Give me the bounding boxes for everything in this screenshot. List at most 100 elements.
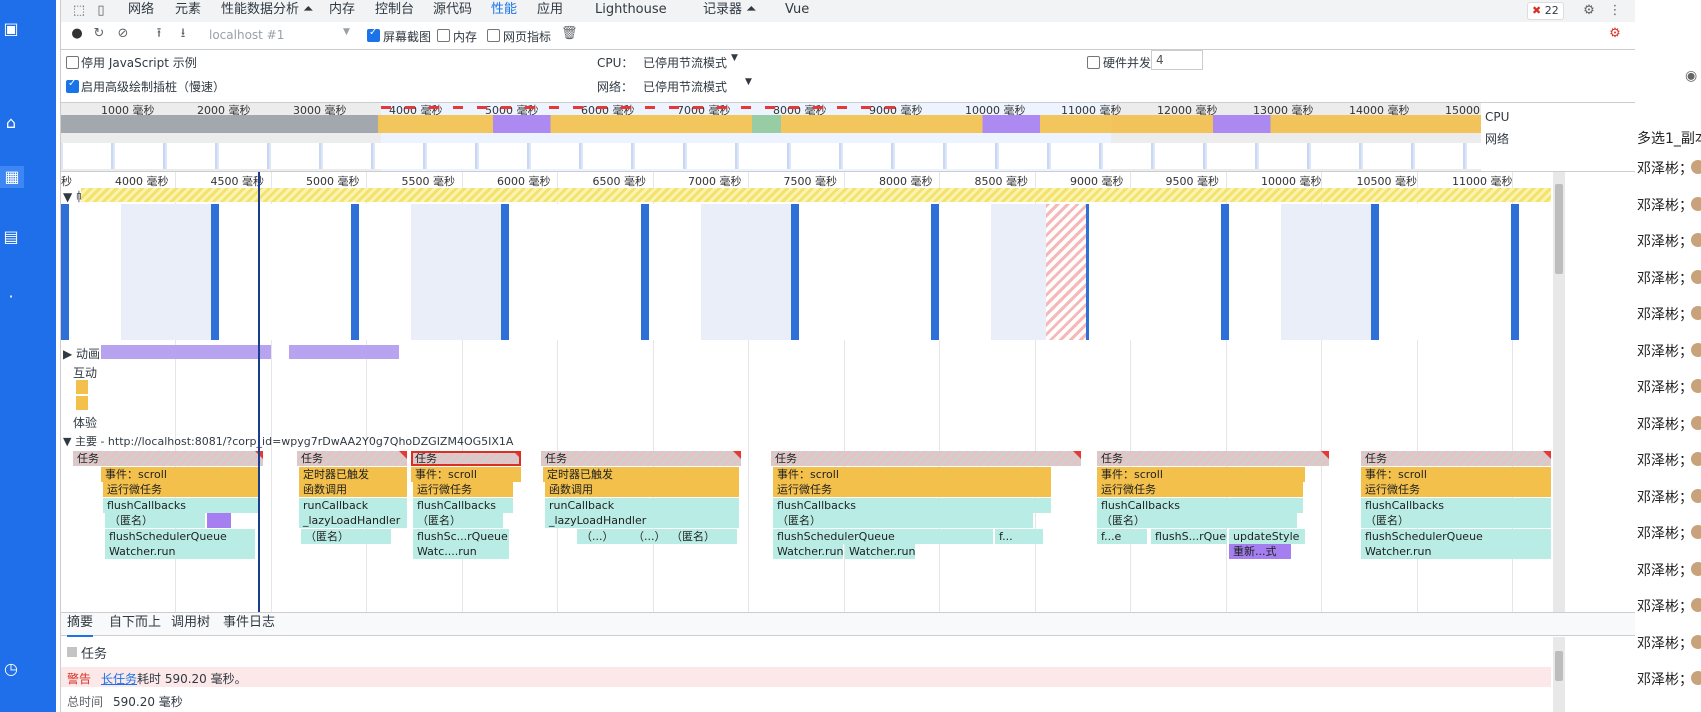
call-block[interactable]: 函数调用 (545, 482, 739, 497)
call-block[interactable]: flushSchedulerQueue (1361, 529, 1551, 544)
screenshots-checkbox[interactable] (367, 27, 380, 42)
more-icon[interactable]: · (0, 286, 22, 308)
long-task-link[interactable]: 长任务 (101, 670, 137, 687)
tab-memory[interactable]: 内存 (329, 0, 355, 22)
task-block[interactable]: 任务 (297, 451, 407, 466)
inspect-icon[interactable]: ⬚ (71, 3, 87, 19)
animations-track-label[interactable]: ▶ 动画 (63, 345, 100, 362)
capture-settings-gear-icon[interactable]: ⚙ (1607, 26, 1623, 42)
call-block[interactable]: flushS...rQueue (1151, 529, 1227, 544)
call-block[interactable]: （匿名） (301, 529, 391, 544)
call-block[interactable]: 运行微任务 (1097, 482, 1303, 497)
tab-bottom-up[interactable]: 自下而上 (109, 613, 161, 635)
disable-js-samples-checkbox[interactable] (66, 56, 79, 69)
event-block[interactable]: 事件：scroll (1361, 467, 1551, 482)
call-block[interactable]: Watcher.run (773, 544, 843, 559)
record-icon[interactable]: ● (69, 26, 85, 42)
call-block[interactable]: （匿名） (667, 529, 737, 544)
paint-block[interactable]: 重新...式 (1229, 544, 1291, 559)
profile-select[interactable]: localhost #1 (209, 28, 359, 42)
event-block[interactable]: 事件：scroll (411, 467, 521, 482)
call-block[interactable]: 运行微任务 (413, 482, 513, 497)
call-block[interactable]: （匿名） (1097, 513, 1297, 528)
grid-icon[interactable]: ▦ (0, 166, 24, 188)
event-block[interactable]: 定时器已触发 (299, 467, 407, 482)
call-block[interactable]: flushSchedulerQueue (773, 529, 993, 544)
call-block[interactable]: flushCallbacks (103, 498, 259, 513)
timeline-overview[interactable]: 1000 毫秒 2000 毫秒 3000 毫秒 4000 毫秒 5000 毫秒 6000 … (61, 103, 1635, 172)
call-block[interactable]: Watcher.run (105, 544, 255, 559)
eye-icon[interactable]: ◉ (1685, 68, 1697, 84)
call-block[interactable]: （匿名） (773, 513, 1033, 528)
tab-performance-insights[interactable]: 性能数据分析 ⏶ (221, 0, 314, 22)
home-icon[interactable]: ⌂ (0, 112, 22, 134)
trash-icon[interactable]: 🗑 (561, 26, 578, 42)
task-block[interactable]: 任务 (1097, 451, 1329, 466)
document-icon[interactable]: ▤ (0, 226, 22, 248)
cpu-throttle-select[interactable]: 已停用节流模式 (643, 54, 727, 71)
task-block[interactable]: 任务 (1361, 451, 1551, 466)
tab-network[interactable]: 网络 (128, 0, 154, 22)
call-block[interactable]: Watcher.run (1361, 544, 1551, 559)
call-block[interactable]: flushCallbacks (773, 498, 1051, 513)
flame-scrollbar[interactable] (1553, 172, 1565, 612)
call-block[interactable]: （匿名） (1361, 513, 1551, 528)
device-toolbar-icon[interactable]: ▯ (93, 3, 109, 19)
tab-sources[interactable]: 源代码 (433, 0, 472, 22)
upload-icon[interactable]: ⭱ (151, 26, 167, 42)
call-block[interactable]: runCallback (545, 498, 739, 513)
event-block[interactable]: 事件：scroll (1097, 467, 1305, 482)
tab-console[interactable]: 控制台 (375, 0, 414, 22)
call-block[interactable]: 函数调用 (299, 482, 407, 497)
network-throttle-select[interactable]: 已停用节流模式 (643, 78, 727, 95)
call-block[interactable]: （匿名） (413, 513, 503, 528)
memory-checkbox[interactable] (437, 29, 450, 42)
reload-record-icon[interactable]: ↻ (91, 26, 107, 42)
call-block[interactable]: （匿名） (105, 513, 205, 528)
gear-icon[interactable]: ⚙ (1581, 3, 1597, 19)
call-block[interactable]: runCallback (299, 498, 407, 513)
task-block[interactable]: 任务 (541, 451, 741, 466)
task-block[interactable]: 任务 (771, 451, 1081, 466)
call-block[interactable]: Watcher.run (845, 544, 915, 559)
details-scrollbar[interactable] (1553, 637, 1565, 712)
kebab-menu-icon[interactable]: ⋮ (1607, 3, 1623, 19)
call-block[interactable]: _lazyLoadHandler (299, 513, 407, 528)
call-block[interactable]: 运行微任务 (773, 482, 1051, 497)
call-block[interactable]: flushSchedulerQueue (105, 529, 255, 544)
download-icon[interactable]: ⭳ (175, 26, 191, 42)
call-block[interactable]: flushCallbacks (413, 498, 513, 513)
animation-bar[interactable] (289, 345, 399, 359)
tab-summary[interactable]: 摘要 (67, 613, 94, 637)
flame-chart[interactable]: 秒 4000 毫秒 4500 毫秒 5000 毫秒 5500 毫秒 6000 毫秒 650… (61, 172, 1635, 612)
interaction-bar[interactable] (76, 396, 88, 410)
call-block[interactable]: flushCallbacks (1361, 498, 1551, 513)
tab-performance[interactable]: 性能 (491, 0, 518, 24)
paint-block[interactable] (207, 513, 231, 528)
hw-concurrency-checkbox[interactable] (1087, 56, 1100, 69)
tab-call-tree[interactable]: 调用树 (171, 613, 210, 635)
clock-icon[interactable]: ◷ (0, 658, 22, 680)
animation-bar[interactable] (101, 345, 271, 359)
main-thread-label[interactable]: ▼ 主要 - http://localhost:8081/?corp_id=wp… (63, 433, 513, 449)
advanced-paint-checkbox[interactable] (66, 78, 79, 93)
call-block[interactable]: flushCallbacks (1097, 498, 1303, 513)
call-block[interactable]: Watc....run (413, 544, 509, 559)
event-block[interactable]: 事件：scroll (773, 467, 1051, 482)
tab-vue[interactable]: Vue (785, 0, 809, 22)
interaction-bar[interactable] (76, 380, 88, 394)
call-block[interactable]: 运行微任务 (1361, 482, 1551, 497)
tab-elements[interactable]: 元素 (175, 0, 201, 22)
call-block[interactable]: 运行微任务 (103, 482, 259, 497)
clear-icon[interactable]: ⊘ (115, 26, 131, 42)
error-badge[interactable]: ✖ 22 (1527, 2, 1564, 20)
call-block[interactable]: f... (995, 529, 1043, 544)
call-block[interactable]: （...） (577, 529, 629, 544)
tab-recorder[interactable]: 记录器 ⏶ (703, 0, 757, 22)
task-block[interactable]: 任务 (73, 451, 263, 466)
tab-application[interactable]: 应用 (537, 0, 563, 22)
call-block[interactable]: flushSc...rQueue (413, 529, 509, 544)
web-vitals-checkbox[interactable] (487, 29, 500, 42)
call-block[interactable]: f...e (1097, 529, 1147, 544)
call-block[interactable]: updateStyle (1229, 529, 1305, 544)
